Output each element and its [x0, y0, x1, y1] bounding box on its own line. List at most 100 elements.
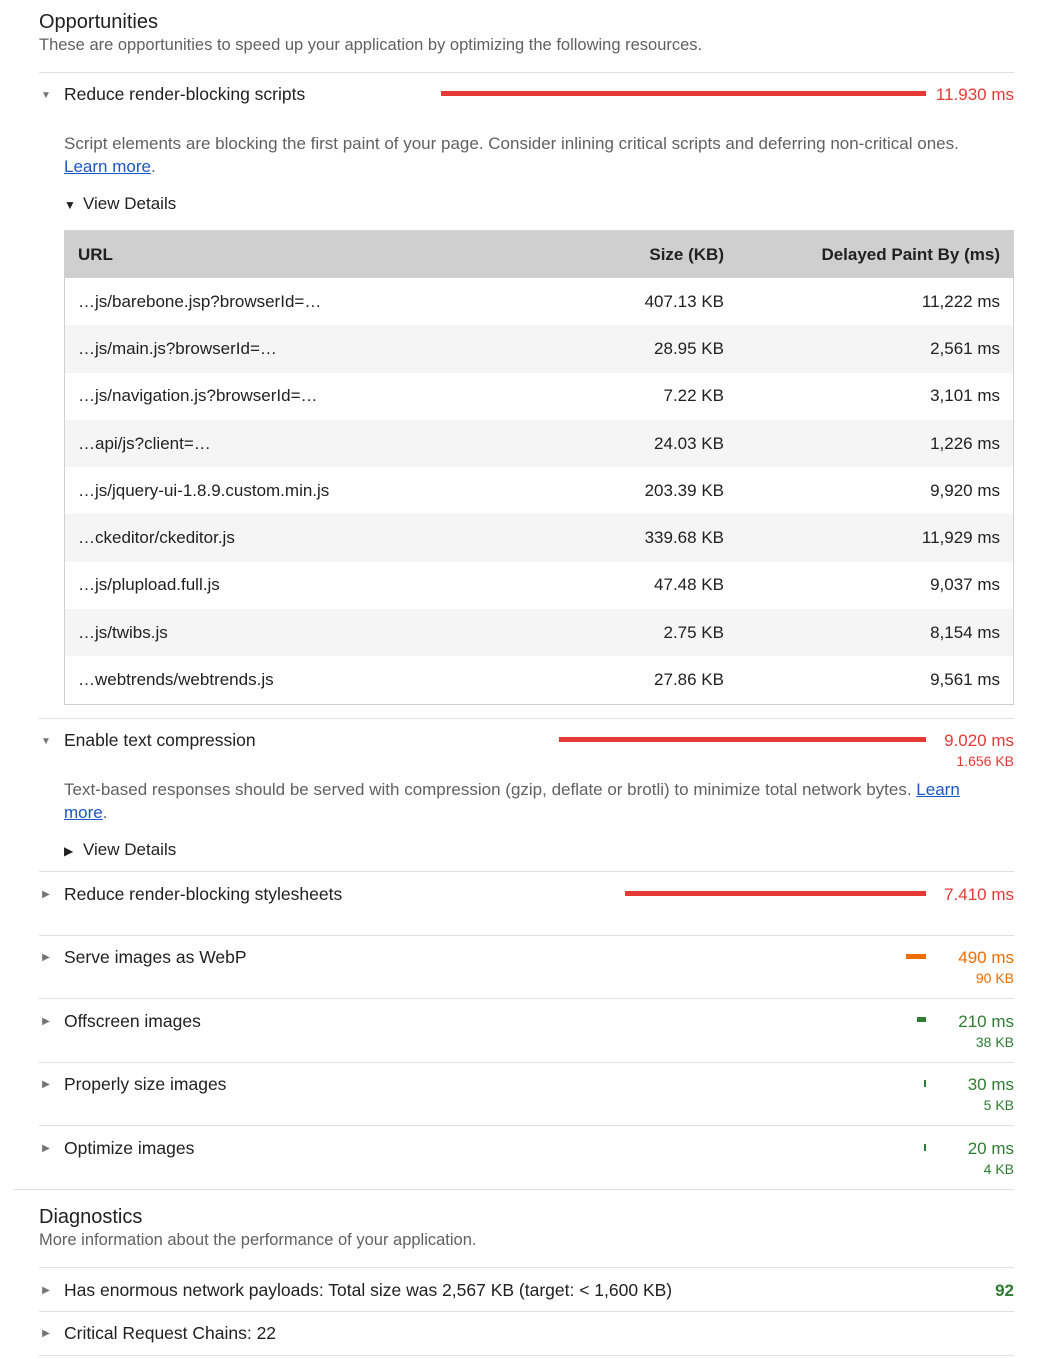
audit-score: 92: [995, 1281, 1014, 1300]
size-cell: 47.48 KB: [654, 575, 724, 595]
collapse-arrow-icon[interactable]: ▶: [39, 1142, 53, 1156]
savings-bar: [559, 737, 926, 742]
learn-more-link[interactable]: Learn: [916, 780, 959, 799]
savings-value: 20 ms: [967, 1139, 1014, 1158]
audit-optimize-images[interactable]: ▶ Optimize images 20 ms 4 KB: [39, 1134, 1014, 1177]
collapse-arrow-icon[interactable]: ▶: [39, 1327, 53, 1341]
size-cell: 407.13 KB: [644, 291, 724, 311]
audit-title: Reduce render-blocking scripts: [64, 84, 306, 104]
size-cell: 339.68 KB: [531, 514, 737, 562]
column-header-size: Size (KB): [531, 230, 737, 278]
url-cell: …ckeditor/ckeditor.js: [64, 514, 531, 562]
delay-cell: 3,101 ms: [930, 386, 1000, 406]
url-cell: …js/twibs.js: [64, 609, 531, 657]
audit-description: Text-based responses should be served wi…: [64, 780, 960, 822]
url-cell: …js/main.js?browserId=…: [64, 325, 531, 373]
savings-bar: [625, 891, 926, 896]
size-cell: 7.22 KB: [663, 386, 725, 406]
details-table: URL Size (KB) Delayed Paint By (ms) …js/…: [64, 230, 1014, 705]
divider: [39, 935, 1014, 936]
audit-reduce-render-blocking-stylesheets[interactable]: ▶ Reduce render-blocking stylesheets 7.4…: [39, 880, 1014, 920]
learn-more-link[interactable]: more: [64, 803, 103, 822]
audit-title: Critical Request Chains: 22: [64, 1323, 277, 1343]
savings-size: 4 KB: [983, 1161, 1014, 1177]
divider: [39, 72, 1014, 73]
divider: [39, 1355, 1014, 1356]
savings-bar: [906, 954, 926, 959]
collapse-arrow-icon[interactable]: ▶: [39, 1078, 53, 1092]
audit-title: Reduce render-blocking stylesheets: [64, 884, 343, 904]
table-row: …js/main.js?browserId=… 28.95 KB 2,561 ms: [64, 325, 1014, 373]
collapse-arrow-icon[interactable]: ▶: [39, 888, 53, 902]
audit-description: Script elements are blocking the first p…: [64, 134, 959, 176]
audit-properly-size-images[interactable]: ▶ Properly size images 30 ms 5 KB: [39, 1070, 1014, 1113]
divider: [39, 1267, 1014, 1268]
audit-offscreen-images[interactable]: ▶ Offscreen images 210 ms 38 KB: [39, 1007, 1014, 1050]
table-row: …api/js?client=… 24.03 KB 1,226 ms: [64, 419, 1014, 468]
table-row: …js/barebone.jsp?browserId=… 407.13 KB 11,…: [65, 278, 1014, 325]
size-cell: 27.86 KB: [654, 670, 724, 690]
audit-reduce-render-blocking-scripts[interactable]: ▼ Reduce render-blocking scripts 11.930 …: [39, 80, 1014, 120]
column-header-delayed-paint: Delayed Paint By (ms): [737, 230, 1014, 278]
table-row: …js/plupload.full.js 47.48 KB 9,037 ms: [65, 562, 1014, 609]
delay-cell: 9,561 ms: [930, 670, 1000, 690]
diagnostics-description: More information about the performance o…: [39, 1231, 477, 1249]
delay-cell: 9,920 ms: [930, 480, 1000, 500]
expand-arrow-icon[interactable]: ▼: [39, 735, 53, 749]
url-cell: …api/js?client=…: [64, 419, 531, 468]
url-cell: …js/barebone.jsp?browserId=…: [78, 291, 322, 311]
audit-enable-text-compression[interactable]: ▼ Enable text compression 9.020 ms 1.656…: [39, 726, 1014, 769]
audit-title: Properly size images: [64, 1074, 227, 1094]
view-details-toggle[interactable]: ▶ View Details: [64, 840, 176, 860]
table-row: …ckeditor/ckeditor.js 339.68 KB 11,929 ms: [64, 514, 1014, 562]
delay-cell: 11,222 ms: [921, 291, 1000, 311]
column-header-url: URL: [64, 230, 531, 278]
table-row: …webtrends/webtrends.js 27.86 KB 9,561 ms: [65, 656, 1014, 704]
size-cell: 2.75 KB: [531, 609, 737, 657]
expand-arrow-icon[interactable]: ▼: [39, 89, 53, 103]
diagnostics-title: Diagnostics: [39, 1206, 143, 1228]
size-cell: 24.03 KB: [531, 419, 737, 468]
url-cell: …js/plupload.full.js: [78, 575, 220, 595]
divider: [39, 998, 1014, 999]
section-divider: [14, 1189, 1014, 1190]
table-header-row: URL Size (KB) Delayed Paint By (ms): [64, 230, 1014, 278]
table-row: …js/jquery-ui-1.8.9.custom.min.js 203.39 …: [65, 467, 1014, 514]
savings-size: 5 KB: [983, 1097, 1014, 1113]
audit-title: Offscreen images: [64, 1011, 201, 1031]
audit-critical-request-chains[interactable]: ▶ Critical Request Chains: 22: [39, 1319, 1014, 1359]
learn-more-link[interactable]: Learn more: [64, 157, 151, 176]
collapse-arrow-icon[interactable]: ▶: [39, 1284, 53, 1298]
savings-value: 11.930 ms: [935, 85, 1014, 104]
divider: [39, 718, 1014, 719]
collapse-arrow-icon[interactable]: ▶: [39, 951, 53, 965]
divider: [39, 1311, 1014, 1312]
delay-cell: 1,226 ms: [737, 419, 1014, 468]
savings-value: 210 ms: [958, 1012, 1014, 1031]
savings-bar: [917, 1017, 926, 1022]
audit-title: Optimize images: [64, 1138, 195, 1158]
table-row: …js/navigation.js?browserId=… 7.22 KB 3,10…: [65, 373, 1014, 420]
savings-size: 38 KB: [975, 1034, 1014, 1050]
savings-value: 490 ms: [958, 948, 1014, 967]
divider: [39, 1125, 1014, 1126]
divider: [39, 871, 1014, 872]
delay-cell: 11,929 ms: [737, 514, 1014, 562]
audit-title: Serve images as WebP: [64, 947, 247, 967]
url-cell: …js/jquery-ui-1.8.9.custom.min.js: [78, 480, 330, 500]
savings-bar: [441, 91, 926, 96]
opportunities-description: These are opportunities to speed up your…: [39, 36, 703, 54]
collapse-arrow-icon[interactable]: ▶: [39, 1015, 53, 1029]
url-cell: …js/navigation.js?browserId=…: [78, 386, 318, 406]
view-details-toggle[interactable]: ▼ View Details: [64, 194, 176, 214]
size-cell: 28.95 KB: [531, 325, 737, 373]
opportunities-title: Opportunities: [39, 11, 158, 33]
triangle-right-icon: ▶: [64, 844, 74, 858]
savings-value: 30 ms: [967, 1075, 1014, 1094]
savings-bar: [924, 1080, 926, 1087]
audit-enormous-network-payloads[interactable]: ▶ Has enormous network payloads: Total s…: [39, 1276, 1014, 1316]
url-cell: …webtrends/webtrends.js: [78, 670, 274, 690]
audit-serve-images-as-webp[interactable]: ▶ Serve images as WebP 490 ms 90 KB: [39, 943, 1014, 986]
delay-cell: 8,154 ms: [737, 609, 1014, 657]
savings-value: 7.410 ms: [944, 885, 1014, 904]
